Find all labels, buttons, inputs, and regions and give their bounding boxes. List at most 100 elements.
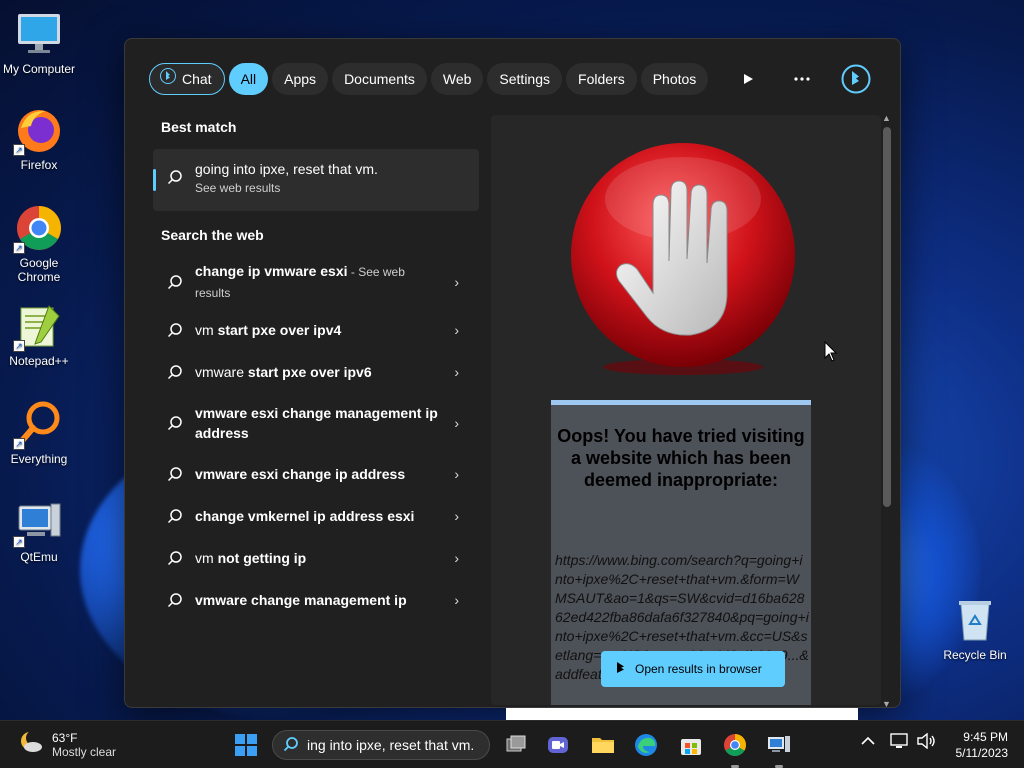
web-result-item[interactable]: vm not getting ip › <box>153 537 479 579</box>
best-match-title: going into ipxe, reset that vm. <box>195 161 378 177</box>
results-list: Best match going into ipxe, reset that v… <box>153 119 479 621</box>
task-view-icon[interactable] <box>502 731 530 759</box>
tab-apps[interactable]: Apps <box>272 63 329 95</box>
chrome-taskbar-icon[interactable] <box>721 731 749 759</box>
search-icon <box>167 274 183 293</box>
desktop-icon-chrome[interactable]: ↗ Google Chrome <box>0 204 78 284</box>
best-match-subtitle: See web results <box>195 181 281 195</box>
web-result-item[interactable]: vm start pxe over ipv4 › <box>153 309 479 351</box>
web-result-item[interactable]: change vmkernel ip address esxi › <box>153 495 479 537</box>
tab-documents[interactable]: Documents <box>332 63 427 95</box>
bing-icon <box>160 63 176 95</box>
scroll-thumb[interactable] <box>883 127 891 507</box>
edge-icon[interactable] <box>632 731 660 759</box>
search-icon <box>167 550 183 569</box>
desktop-icon-firefox[interactable]: ↗ Firefox <box>0 106 78 172</box>
selection-accent <box>153 169 156 191</box>
tab-settings[interactable]: Settings <box>487 63 563 95</box>
qtemu-icon: ↗ <box>13 498 63 548</box>
tab-photos[interactable]: Photos <box>640 63 709 95</box>
desktop-icon-label: Everything <box>10 452 68 466</box>
volume-icon[interactable] <box>916 732 936 752</box>
chevron-right-icon: › <box>454 415 459 431</box>
recycle-bin-icon <box>951 596 999 644</box>
taskbar: 63°F Mostly clear ing into ipxe, reset t… <box>0 720 1024 768</box>
desktop-icon-qtemu[interactable]: ↗ QtEmu <box>0 498 78 564</box>
desktop-icon-label: My Computer <box>2 62 76 76</box>
start-button[interactable] <box>232 731 260 759</box>
blocked-message: Oops! You have tried visiting a website … <box>557 426 805 490</box>
web-result-item[interactable]: change ip vmware esxi - See web results … <box>153 255 479 309</box>
chevron-right-icon: › <box>454 364 459 380</box>
stop-hand-icon <box>567 143 799 375</box>
search-panel: Chat All Apps Documents Web Settings Fol… <box>124 38 901 709</box>
web-result-item[interactable]: vmware esxi change ip address › <box>153 453 479 495</box>
best-match-heading: Best match <box>161 119 237 135</box>
preview-pane: Oops! You have tried visiting a website … <box>491 115 881 705</box>
monitor-icon <box>15 10 63 58</box>
scroll-down-icon[interactable]: ▼ <box>882 699 891 709</box>
bing-icon <box>615 661 627 678</box>
network-icon[interactable] <box>890 733 910 752</box>
chevron-right-icon: › <box>454 508 459 524</box>
tab-chat[interactable]: Chat <box>149 63 225 95</box>
tab-web[interactable]: Web <box>430 63 484 95</box>
desktop-icon-notepadpp[interactable]: ↗ Notepad++ <box>0 302 78 368</box>
firefox-icon: ↗ <box>13 106 63 156</box>
scroll-up-icon[interactable]: ▲ <box>882 113 891 123</box>
weather-temp: 63°F <box>52 730 78 745</box>
chevron-right-icon: › <box>454 322 459 338</box>
chevron-right-icon: › <box>454 274 459 290</box>
moon-cloud-icon <box>18 729 44 760</box>
web-result-item[interactable]: vmware start pxe over ipv6 › <box>153 351 479 393</box>
more-tabs-play-icon[interactable] <box>732 63 764 95</box>
search-icon <box>167 466 183 485</box>
desktop-icon-label: Recycle Bin <box>943 648 1007 662</box>
search-icon <box>167 415 183 434</box>
clock-date: 5/11/2023 <box>955 746 1009 760</box>
desktop-icon-label: Notepad++ <box>9 354 69 368</box>
notepadpp-icon: ↗ <box>13 302 63 352</box>
qtemu-taskbar-icon[interactable] <box>765 731 793 759</box>
search-icon <box>283 736 299 755</box>
background-window-edge <box>506 708 858 720</box>
chevron-right-icon: › <box>454 466 459 482</box>
chevron-right-icon: › <box>454 592 459 608</box>
best-match-item[interactable]: going into ipxe, reset that vm. See web … <box>153 149 479 211</box>
search-icon <box>167 169 183 190</box>
search-icon <box>167 322 183 341</box>
web-result-item[interactable]: vmware change management ip › <box>153 579 479 621</box>
clock[interactable]: 9:45 PM 5/11/2023 <box>956 729 1009 761</box>
weather-desc: Mostly clear <box>52 744 117 759</box>
show-hidden-icons-chevron-up-icon[interactable] <box>861 733 875 749</box>
web-result-item[interactable]: vmware esxi change management ip address… <box>153 393 479 453</box>
open-in-browser-button[interactable]: Open results in browser <box>601 651 785 687</box>
store-icon[interactable] <box>677 731 705 759</box>
everything-icon: ↗ <box>13 400 63 450</box>
clock-time: 9:45 PM <box>963 730 1008 744</box>
file-explorer-icon[interactable] <box>589 731 617 759</box>
search-web-heading: Search the web <box>161 227 264 243</box>
chrome-icon: ↗ <box>13 204 63 254</box>
tab-all[interactable]: All <box>228 63 269 95</box>
tab-folders[interactable]: Folders <box>566 63 637 95</box>
search-icon <box>167 592 183 611</box>
weather-widget[interactable]: 63°F Mostly clear <box>18 729 116 760</box>
search-icon <box>167 364 183 383</box>
desktop-icon-recycle-bin[interactable]: Recycle Bin <box>936 596 1014 662</box>
mouse-cursor-icon <box>824 340 838 368</box>
bing-chat-icon[interactable] <box>840 63 872 95</box>
desktop-icon-my-computer[interactable]: My Computer <box>0 10 78 76</box>
chevron-right-icon: › <box>454 550 459 566</box>
taskbar-search-input[interactable]: ing into ipxe, reset that vm. <box>272 730 490 760</box>
desktop-icon-label: QtEmu <box>20 550 58 564</box>
desktop-icon-label: Firefox <box>20 158 58 172</box>
search-icon <box>167 508 183 527</box>
search-filter-tabs: Chat All Apps Documents Web Settings Fol… <box>149 63 709 95</box>
desktop-icon-everything[interactable]: ↗ Everything <box>0 400 78 466</box>
more-options-icon[interactable] <box>786 63 818 95</box>
teams-chat-icon[interactable] <box>544 731 572 759</box>
preview-scrollbar[interactable]: ▲ ▼ <box>882 113 892 709</box>
taskbar-search-text: ing into ipxe, reset that vm. <box>307 737 475 753</box>
desktop-icon-label: Google Chrome <box>17 256 61 284</box>
